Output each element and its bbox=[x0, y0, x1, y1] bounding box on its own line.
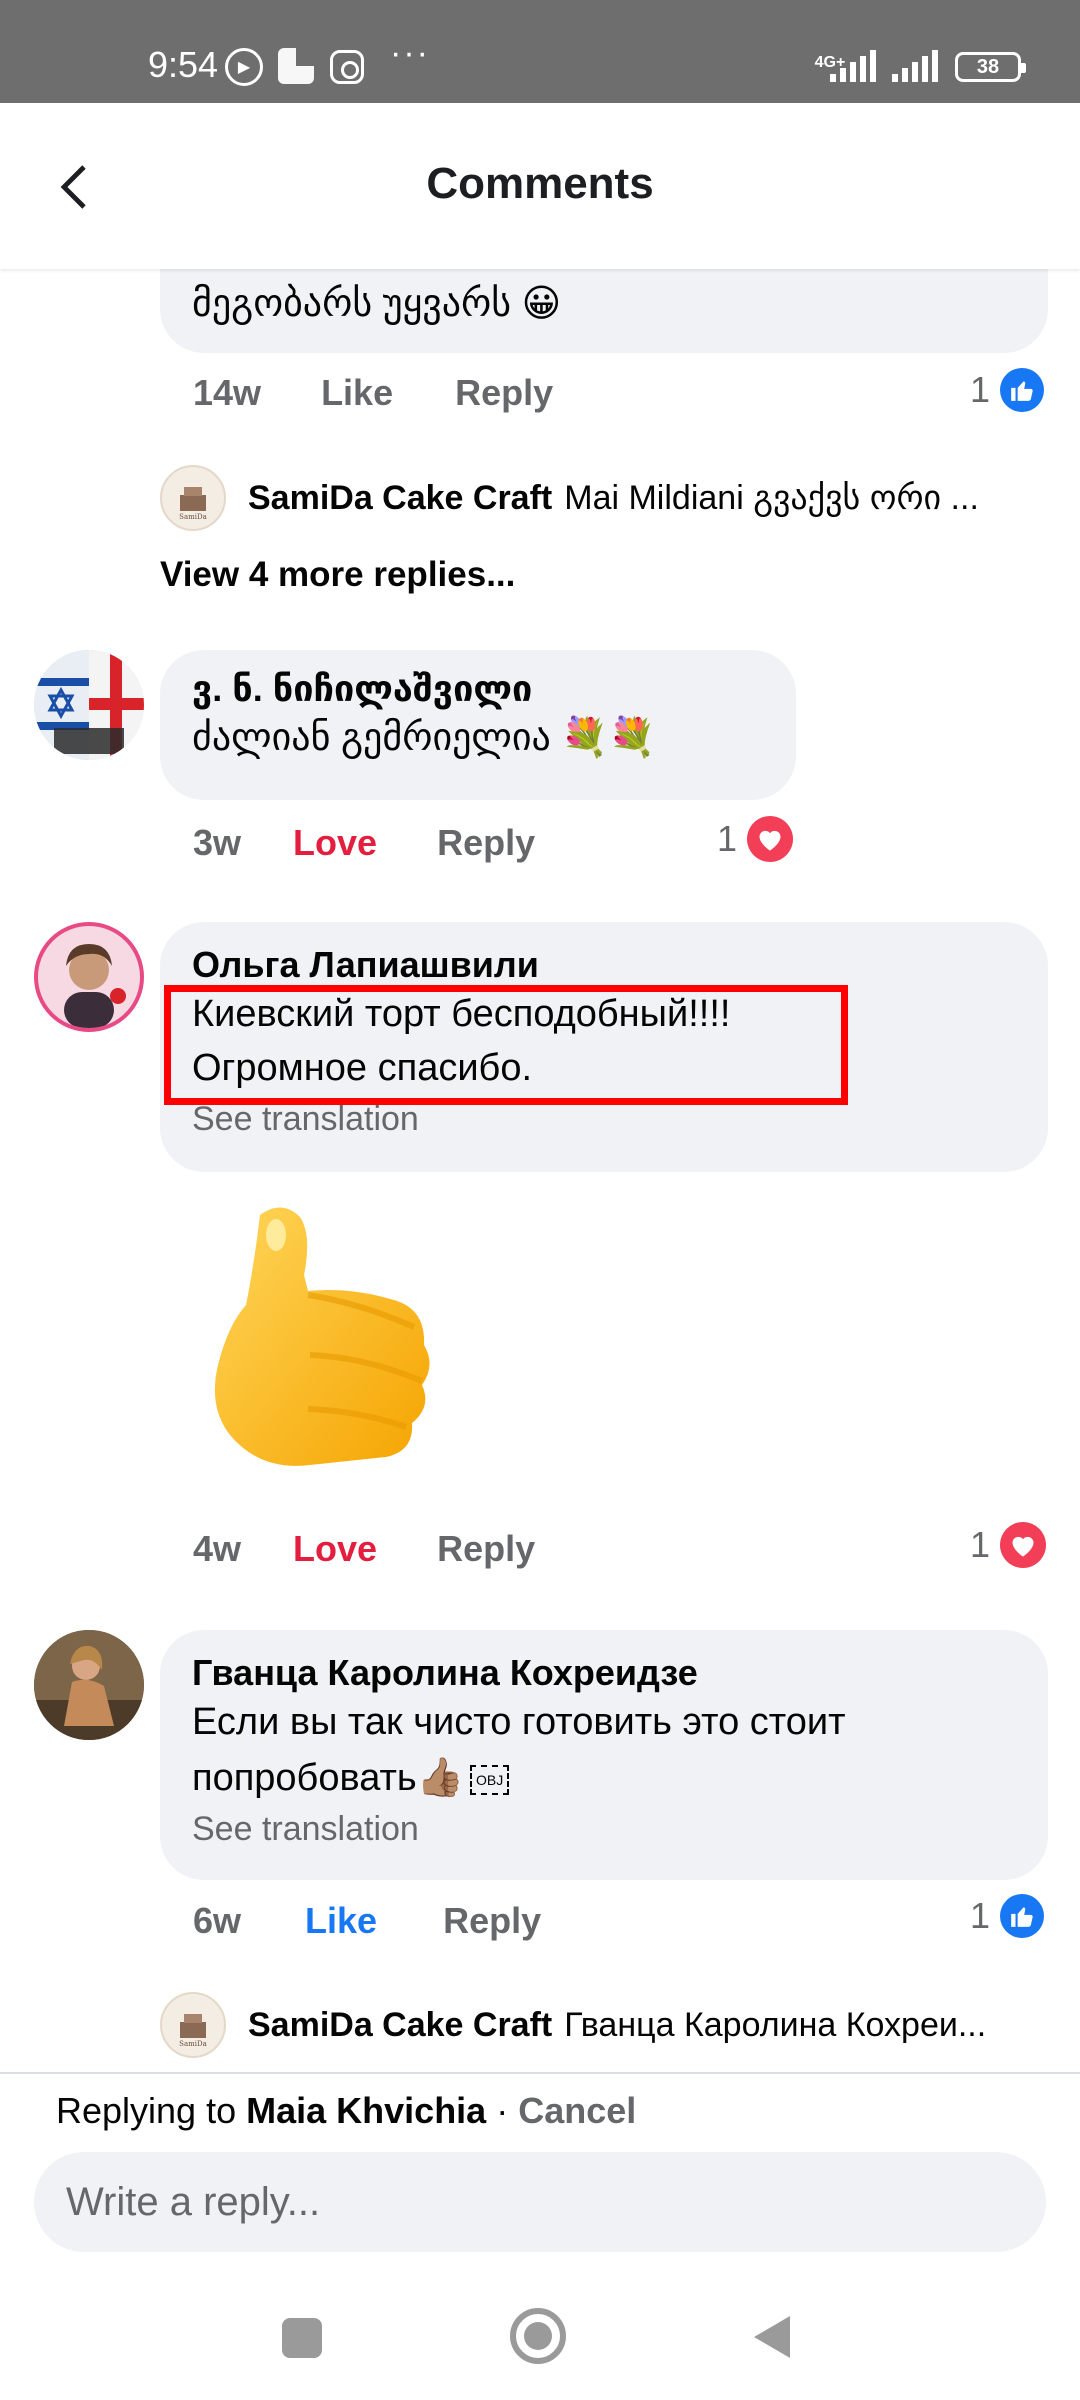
reaction-count: 1 bbox=[970, 369, 991, 410]
comment-meta: 3w Love Reply bbox=[193, 822, 535, 864]
comment-meta-top: 14w Like Reply bbox=[193, 372, 553, 414]
reply-input[interactable] bbox=[34, 2152, 1046, 2252]
reaction-count: 1 bbox=[717, 818, 738, 859]
love-reaction-icon bbox=[1000, 1522, 1047, 1568]
system-nav-bar bbox=[0, 2280, 1080, 2400]
comment-text-line-1: Если вы так чисто готовить это стоит bbox=[192, 1701, 846, 1743]
avatar[interactable] bbox=[34, 650, 144, 760]
comment-text: ძალიან გემრიელია 💐💐 bbox=[192, 717, 657, 759]
reaction-summary[interactable]: 1 bbox=[970, 1522, 1047, 1568]
reaction-summary[interactable]: 1 bbox=[970, 368, 1045, 412]
reply-preview[interactable]: SamiDa SamiDa Cake Craft Mai Mildiani გვ… bbox=[160, 465, 1050, 531]
avatar: SamiDa bbox=[160, 1992, 226, 2058]
comment-author[interactable]: Гванца Каролина Кохреидзе bbox=[192, 1652, 1016, 1694]
replying-to-label: Replying to Maia Khvichia · Cancel bbox=[56, 2090, 636, 2132]
replying-name: Maia Khvichia bbox=[246, 2090, 487, 2131]
reply-button[interactable]: Reply bbox=[437, 822, 535, 863]
more-notifications-icon: ··· bbox=[390, 33, 430, 72]
reply-text: Гванца Каролина Кохреи... bbox=[564, 2005, 987, 2044]
comment-time: 6w bbox=[193, 1900, 242, 1941]
view-more-replies[interactable]: View 4 more replies... bbox=[160, 555, 515, 595]
comment-text-line-2: попробовать👍🏽 bbox=[192, 1757, 465, 1799]
like-reaction-icon bbox=[1000, 1894, 1045, 1938]
reply-author[interactable]: SamiDa Cake Craft bbox=[248, 479, 552, 518]
reply-author[interactable]: SamiDa Cake Craft bbox=[248, 2006, 552, 2045]
comment-text: მეგობარს უყვარს 😀 bbox=[192, 283, 562, 325]
avatar[interactable] bbox=[34, 922, 144, 1032]
svg-text:SamiDa: SamiDa bbox=[179, 513, 207, 521]
reply-button[interactable]: Reply bbox=[455, 372, 553, 413]
comment-author[interactable]: ვ. ნ. ნიჩილაშვილი bbox=[192, 668, 764, 710]
replying-separator: · bbox=[496, 2090, 509, 2131]
notification-app-icon bbox=[278, 48, 314, 84]
instagram-icon bbox=[330, 50, 364, 84]
love-button[interactable]: Love bbox=[293, 1528, 377, 1569]
recents-button[interactable] bbox=[282, 2318, 322, 2358]
avatar[interactable] bbox=[34, 1630, 144, 1740]
like-reaction-icon bbox=[1000, 368, 1045, 412]
play-store-icon: ▶ bbox=[225, 48, 263, 86]
highlight-box bbox=[164, 985, 848, 1105]
comment-time: 3w bbox=[193, 822, 242, 863]
reply-button[interactable]: Reply bbox=[437, 1528, 535, 1569]
comment-bubble: ვ. ნ. ნიჩილაშვილი ძალიან გემრიელია 💐💐 bbox=[160, 650, 796, 800]
svg-text:SamiDa: SamiDa bbox=[179, 2040, 207, 2048]
see-translation-link[interactable]: See translation bbox=[192, 1806, 1016, 1852]
reply-button[interactable]: Reply bbox=[443, 1900, 541, 1941]
obj-placeholder: OBJ bbox=[470, 1764, 510, 1795]
comment-text-line-2-wrap: попробовать👍🏽 OBJ bbox=[192, 1750, 1016, 1806]
back-nav-button[interactable] bbox=[752, 2314, 792, 2365]
reaction-summary[interactable]: 1 bbox=[717, 816, 794, 862]
replying-prefix: Replying to bbox=[56, 2090, 237, 2131]
avatar: SamiDa bbox=[160, 465, 226, 531]
reaction-summary[interactable]: 1 bbox=[970, 1894, 1045, 1938]
love-button[interactable]: Love bbox=[293, 822, 377, 863]
comment-time: 4w bbox=[193, 1528, 242, 1569]
signal-icon bbox=[830, 50, 876, 82]
thumbs-up-sticker[interactable] bbox=[200, 1195, 450, 1485]
signal-icon-2 bbox=[892, 50, 938, 82]
comment-author[interactable]: Ольга Лапиашвили bbox=[192, 944, 1016, 986]
like-button[interactable]: Like bbox=[305, 1900, 377, 1941]
reply-preview[interactable]: SamiDa SamiDa Cake Craft Гванца Каролина… bbox=[160, 1992, 1050, 2058]
reaction-count: 1 bbox=[970, 1524, 991, 1565]
love-reaction-icon bbox=[747, 816, 794, 862]
reply-text: Mai Mildiani გვაქვს ორი ... bbox=[564, 479, 979, 517]
status-bar: 9:54 ▶ ··· 4G+ 38 bbox=[0, 0, 1080, 103]
like-button[interactable]: Like bbox=[321, 372, 393, 413]
comment-time: 14w bbox=[193, 372, 262, 413]
app-header: Comments bbox=[0, 103, 1080, 269]
reply-composer: Replying to Maia Khvichia · Cancel bbox=[0, 2072, 1080, 2280]
cancel-reply-button[interactable]: Cancel bbox=[518, 2090, 636, 2131]
comment-bubble: Гванца Каролина Кохреидзе Если вы так чи… bbox=[160, 1630, 1048, 1880]
comment-meta: 6w Like Reply bbox=[193, 1900, 541, 1942]
status-time: 9:54 bbox=[148, 44, 219, 85]
page-title: Comments bbox=[426, 159, 654, 208]
comment-meta: 4w Love Reply bbox=[193, 1528, 535, 1570]
battery-icon: 38 bbox=[955, 52, 1026, 82]
home-button[interactable] bbox=[510, 2308, 566, 2364]
reaction-count: 1 bbox=[970, 1895, 991, 1936]
